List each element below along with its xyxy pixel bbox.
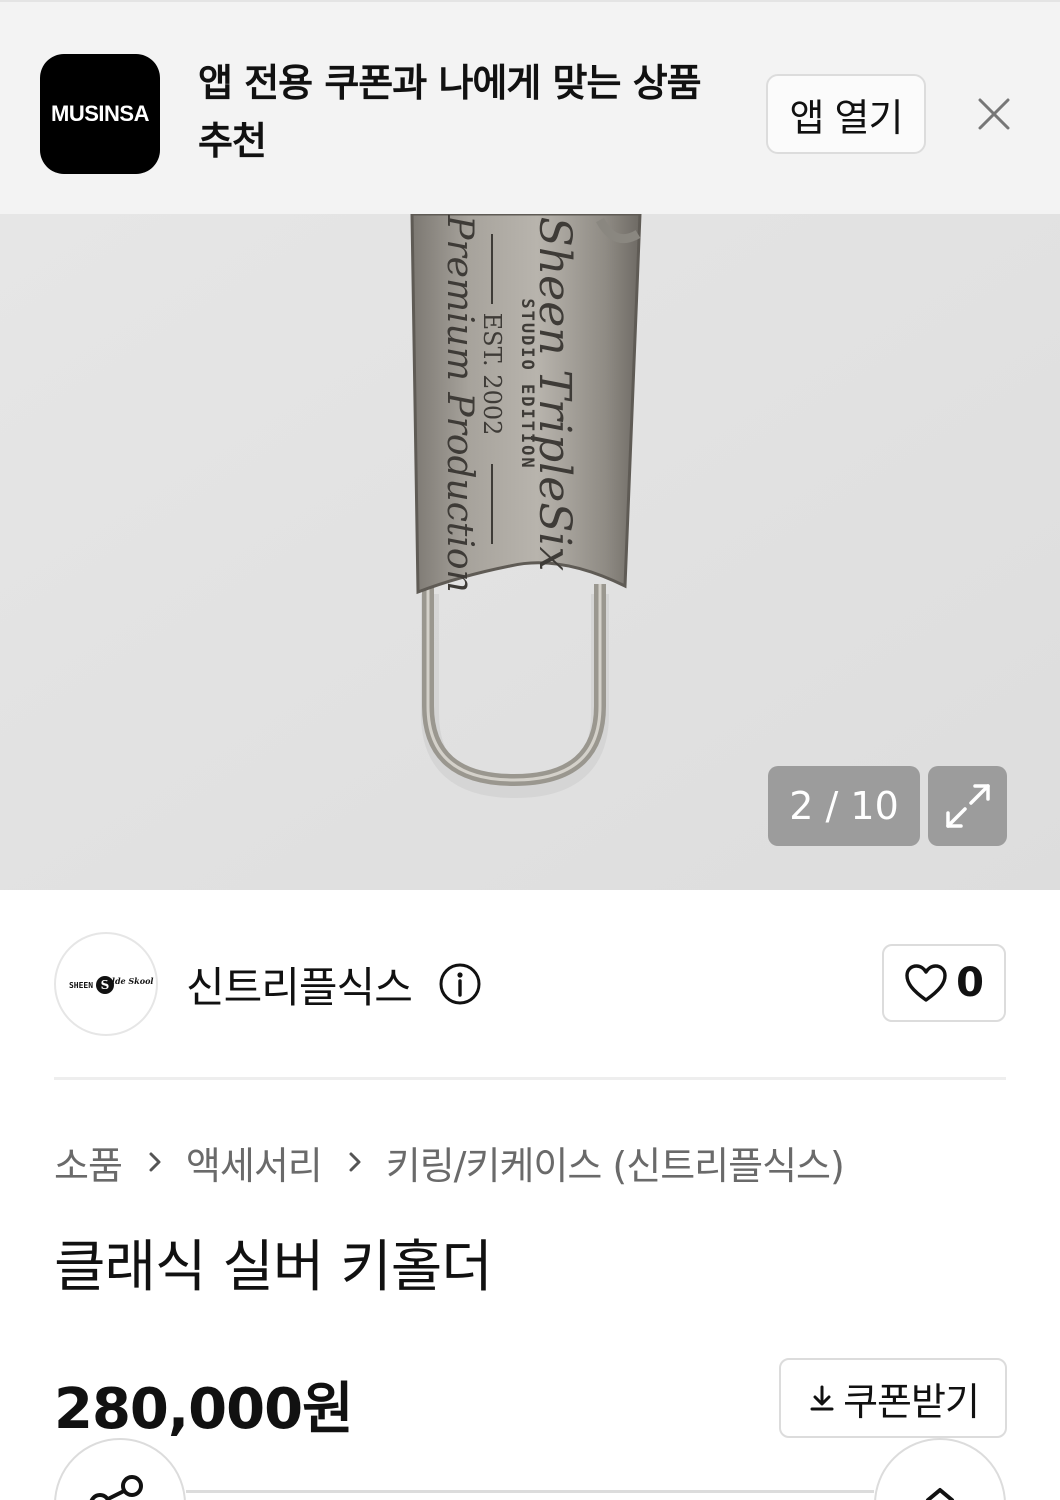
chevron-up-icon [926,1488,954,1500]
product-price: 280,000원 [54,1377,354,1442]
product-image-gallery[interactable]: Sheen TripleSix STUDIO EDITION EST. 2002… [0,214,1060,890]
chevron-right-icon [349,1152,361,1172]
chevron-right-icon [149,1152,161,1172]
banner-message: 앱 전용 쿠폰과 나에게 맞는 상품 추천 [198,61,702,163]
like-count: 0 [956,960,984,1006]
app-install-banner: MUSINSA 앱 전용 쿠폰과 나에게 맞는 상품 추천 앱 열기 [0,0,1060,214]
heart-icon [905,964,947,1002]
coupon-label: 쿠폰받기 [843,1379,980,1424]
info-icon[interactable] [438,962,482,1006]
expand-image-button[interactable] [928,766,1007,846]
brand-name[interactable]: 신트리플식스 [186,954,413,1015]
product-title: 클래식 실버 키홀더 [54,1235,493,1300]
close-icon[interactable] [972,92,1016,136]
image-counter: 2 / 10 [768,766,920,846]
engraving-est-line: EST. 2002 [478,313,506,436]
share-icon [89,1475,143,1500]
share-button[interactable] [54,1438,186,1500]
engraving-production-script: Premium Production [439,214,480,593]
engraving-studio-line: STUDIO EDITION [517,298,537,469]
brand-row: SHEEN S olde Skool 신트리플식스 0 [54,932,1006,1036]
bottom-divider [186,1490,874,1493]
brand-logo-text-right: olde Skool [107,976,154,986]
coupon-download-button[interactable]: 쿠폰받기 [779,1358,1007,1438]
download-icon [810,1385,834,1411]
brand-logo[interactable]: SHEEN S olde Skool [54,932,158,1036]
breadcrumb-item-subcategory[interactable]: 액세서리 [186,1135,323,1190]
breadcrumb-item-category[interactable]: 소품 [54,1135,123,1190]
brand-logo-text-left: SHEEN [69,981,93,990]
musinsa-logo: MUSINSA [40,54,160,174]
open-app-button[interactable]: 앱 열기 [766,74,926,154]
scroll-top-button[interactable] [874,1438,1006,1500]
breadcrumb-item-current[interactable]: 키링/키케이스 (신트리플식스) [386,1135,845,1190]
breadcrumb: 소품 액세서리 키링/키케이스 (신트리플식스) [54,1135,845,1190]
like-button[interactable]: 0 [882,944,1006,1022]
expand-icon [945,784,990,828]
section-divider [54,1077,1006,1080]
